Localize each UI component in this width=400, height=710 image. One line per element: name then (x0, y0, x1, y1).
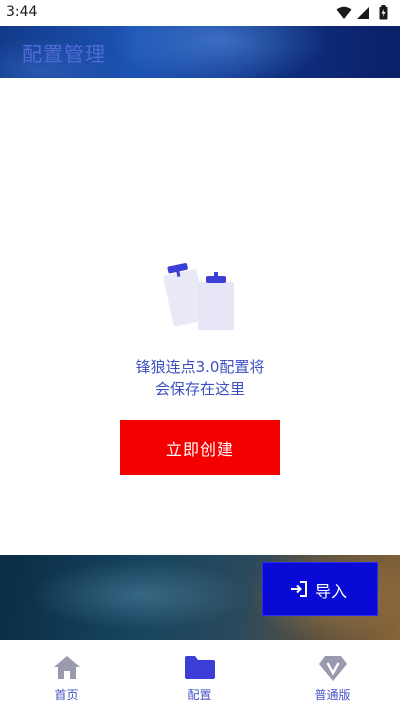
bottom-nav: 首页 配置 普通版 (0, 640, 400, 710)
app-bar-sheen (110, 26, 330, 78)
app-bar: 配置管理 (0, 26, 400, 78)
nav-label: 普通版 (314, 688, 351, 702)
vip-gem-icon (318, 656, 347, 681)
nav-label: 首页 (54, 688, 79, 702)
import-button-label: 导入 (315, 582, 348, 601)
nav-item-home[interactable]: 首页 (0, 640, 133, 710)
page-title: 配置管理 (22, 42, 106, 66)
status-time: 3:44 (6, 4, 38, 20)
banner-glow (30, 560, 250, 630)
create-config-button[interactable]: 立即创建 (120, 420, 280, 475)
empty-state-line: 锋狼连点3.0配置将 (135, 358, 265, 376)
home-icon (53, 656, 80, 679)
nav-item-edition[interactable]: 普通版 (266, 640, 399, 710)
wifi-icon (336, 6, 352, 19)
clipboard-icon (163, 263, 234, 330)
folder-icon (184, 656, 215, 679)
signal-icon (357, 7, 369, 19)
battery-icon (379, 5, 388, 20)
empty-state-line: 会保存在这里 (154, 380, 245, 398)
status-bar: 3:44 (0, 0, 400, 26)
import-button[interactable]: 导入 (262, 562, 378, 616)
login-arrow-icon (291, 581, 307, 597)
nav-label: 配置 (187, 688, 212, 702)
empty-state-message: 锋狼连点3.0配置将 会保存在这里 (0, 356, 400, 400)
nav-item-config[interactable]: 配置 (133, 640, 266, 710)
